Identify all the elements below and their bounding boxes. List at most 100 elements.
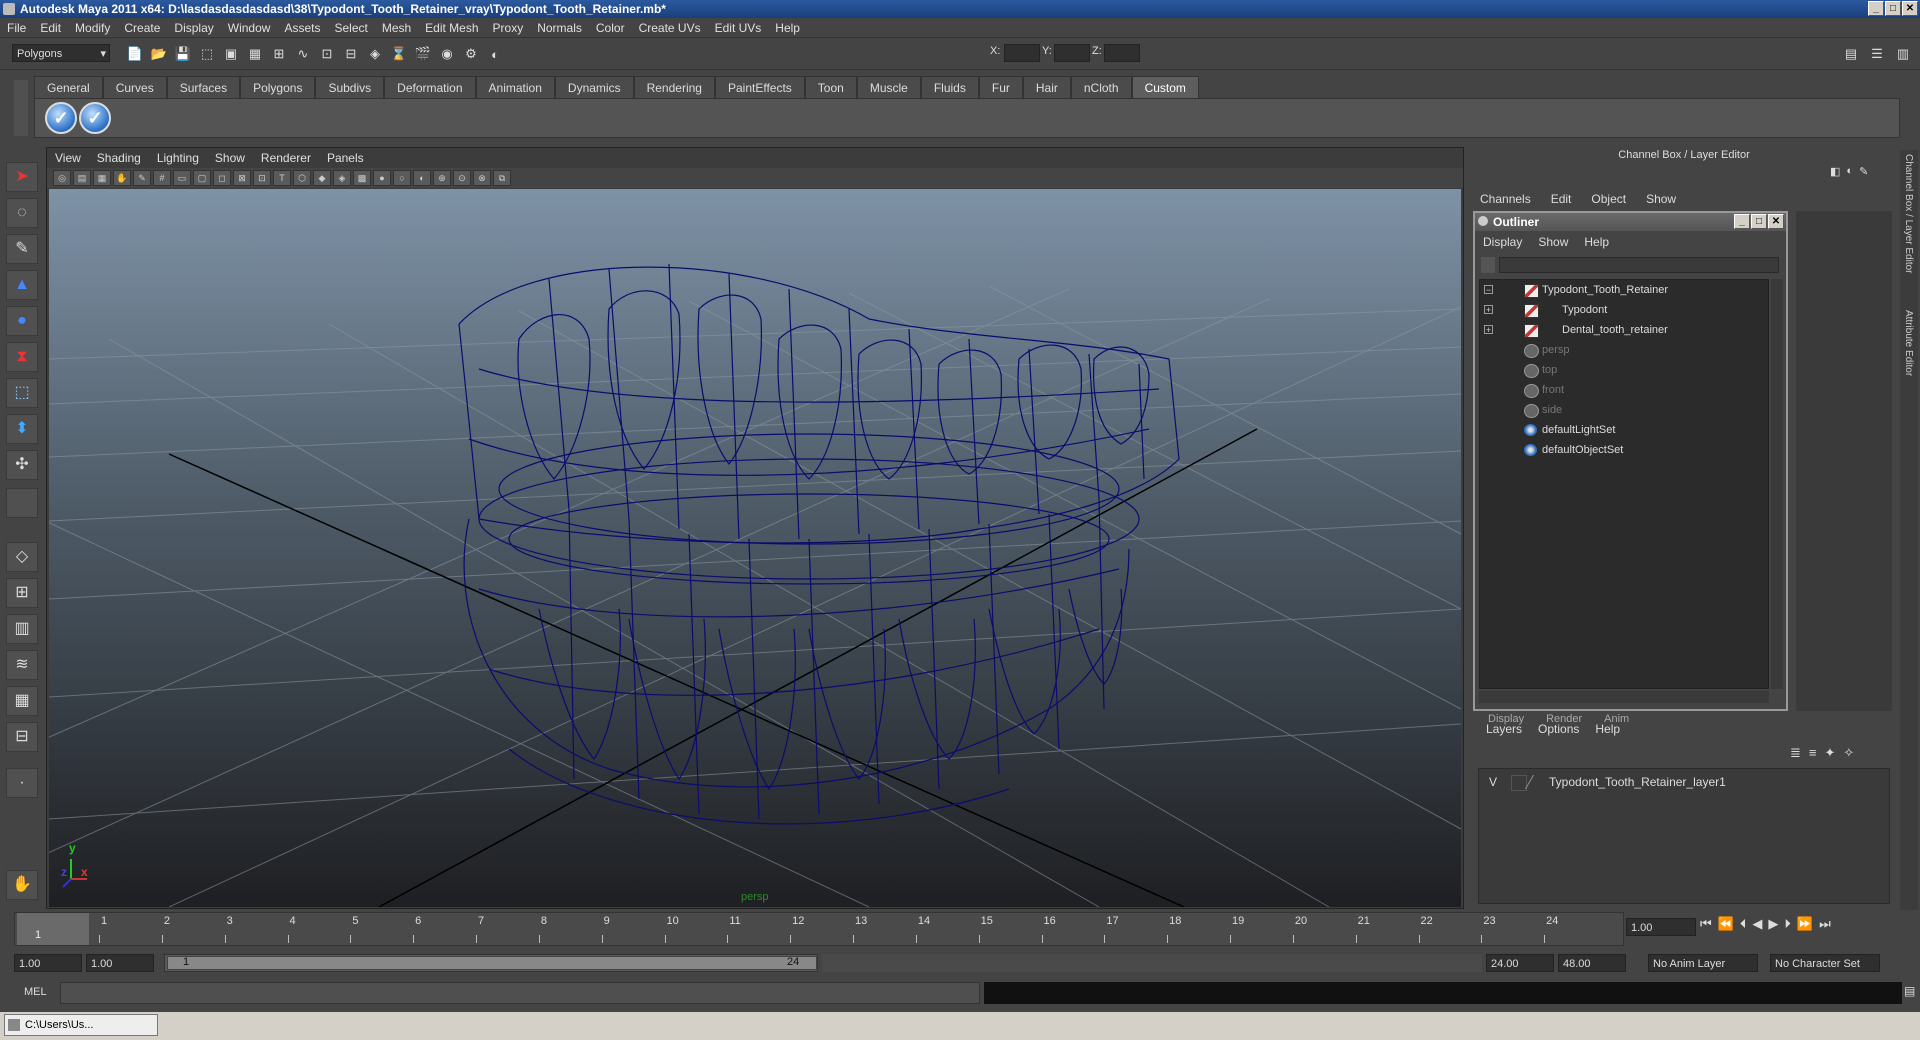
save-scene-icon[interactable]: 💾 [172, 43, 194, 65]
shelf-tab-general[interactable]: General [34, 76, 103, 99]
time-slider[interactable]: 1 1 2 3 4 5 6 7 8 9 10 11 12 13 14 15 16 17 18 19 20 21 22 23 2… [14, 912, 1624, 946]
side-tab-attribute-editor[interactable]: Attribute Editor [1903, 310, 1914, 376]
shelf-tab-ncloth[interactable]: nCloth [1070, 76, 1132, 99]
menu-set-dropdown[interactable]: Polygons ▾ [12, 44, 110, 62]
smooth-shade-icon[interactable]: ◆ [313, 170, 331, 186]
safe-action-icon[interactable]: ⊡ [253, 170, 271, 186]
outliner-close-button[interactable]: ✕ [1768, 214, 1784, 229]
channel-box-toggle-icon[interactable]: ▥ [1892, 43, 1914, 65]
rotate-tool-icon[interactable]: ● [6, 306, 38, 336]
shelf-tab-dynamics[interactable]: Dynamics [554, 76, 634, 99]
manipulator-tool-icon[interactable]: ⬚ [6, 378, 38, 408]
graph-persp-layout-icon[interactable]: ≋ [6, 650, 38, 680]
four-pane-layout-icon[interactable]: ⊞ [6, 578, 38, 608]
menu-edit-uvs[interactable]: Edit UVs [708, 21, 769, 35]
soft-mod-tool-icon[interactable]: ⬍ [6, 414, 38, 444]
move-layer-down-icon[interactable]: ✧ [1843, 745, 1854, 761]
taskbar-window-item[interactable]: C:\Users\Us... [4, 1014, 158, 1036]
menu-color[interactable]: Color [589, 21, 632, 35]
menu-create-uvs[interactable]: Create UVs [632, 21, 708, 35]
viewport-menu-renderer[interactable]: Renderer [253, 151, 319, 165]
outliner-filter-icon[interactable] [1481, 257, 1495, 273]
layer-menu-layers[interactable]: Layers [1478, 722, 1530, 736]
menu-file[interactable]: File [0, 21, 33, 35]
outliner-horizontal-scrollbar[interactable] [1479, 691, 1769, 703]
attribute-editor-toggle-icon[interactable]: ▤ [1840, 43, 1862, 65]
move-tool-icon[interactable]: ▲ [6, 270, 38, 300]
menu-window[interactable]: Window [221, 21, 278, 35]
viewport-menu-panels[interactable]: Panels [319, 151, 372, 165]
outliner-item[interactable]: defaultObjectSet [1480, 440, 1768, 460]
channel-box-menu-object[interactable]: Object [1581, 192, 1636, 206]
z-field[interactable] [1104, 44, 1140, 62]
select-hierarchy-icon[interactable]: ⬚ [196, 43, 218, 65]
field-chart-icon[interactable]: ⊠ [233, 170, 251, 186]
make-live-icon[interactable]: ◈ [364, 43, 386, 65]
select-component-icon[interactable]: ▦ [244, 43, 266, 65]
expand-toggle[interactable]: − [1484, 285, 1493, 295]
camera-bookmark-icon[interactable]: ▤ [73, 170, 91, 186]
grease-pencil-icon[interactable]: ✎ [133, 170, 151, 186]
maximize-button[interactable]: □ [1885, 1, 1901, 16]
open-scene-icon[interactable]: 📂 [148, 43, 170, 65]
menu-edit[interactable]: Edit [33, 21, 68, 35]
outliner-item[interactable]: front [1480, 380, 1768, 400]
outliner-item[interactable]: defaultLightSet [1480, 420, 1768, 440]
side-tab-channel-box[interactable]: Channel Box / Layer Editor [1903, 154, 1914, 274]
expand-toggle[interactable]: + [1484, 325, 1493, 335]
outliner-menu-display[interactable]: Display [1475, 235, 1530, 249]
xray-icon[interactable]: ⊙ [453, 170, 471, 186]
outliner-item[interactable]: top [1480, 360, 1768, 380]
anim-layer-dropdown[interactable]: No Anim Layer [1648, 954, 1758, 972]
single-pane-layout-icon[interactable]: ◇ [6, 542, 38, 572]
shelf-tab-rendering[interactable]: Rendering [633, 76, 715, 99]
hypershade-persp-layout-icon[interactable]: ▦ [6, 686, 38, 716]
outliner-item[interactable]: persp [1480, 340, 1768, 360]
current-time-field[interactable]: 1.00 [1626, 918, 1696, 936]
step-forward-frame-icon[interactable]: ⏵ [1784, 916, 1791, 932]
viewport-menu-lighting[interactable]: Lighting [149, 151, 207, 165]
shelf-tab-subdivs[interactable]: Subdivs [315, 76, 385, 99]
close-button[interactable]: ✕ [1902, 1, 1918, 16]
wireframe-on-shaded-icon[interactable]: ◈ [333, 170, 351, 186]
range-slider-track[interactable] [822, 954, 1482, 972]
snap-grid-icon[interactable]: ⊞ [268, 43, 290, 65]
y-field[interactable] [1054, 44, 1090, 62]
menu-select[interactable]: Select [327, 21, 374, 35]
shelf-tab-muscle[interactable]: Muscle [856, 76, 921, 99]
camera-attributes-icon[interactable]: ◎ [53, 170, 71, 186]
snap-point-icon[interactable]: ⊡ [316, 43, 338, 65]
hypershade-icon[interactable]: ◐ [484, 43, 506, 65]
tool-settings-toggle-icon[interactable]: ☰ [1866, 43, 1888, 65]
outliner-vertical-scrollbar[interactable] [1771, 279, 1783, 689]
layer-row[interactable]: V Typodont_Tooth_Retainer_layer1 [1483, 773, 1887, 791]
minimize-button[interactable]: _ [1868, 1, 1884, 16]
outliner-item[interactable]: − Typodont_Tooth_Retainer [1480, 280, 1768, 300]
layer-menu-options[interactable]: Options [1530, 722, 1587, 736]
command-language-label[interactable]: MEL [24, 986, 47, 998]
x-field[interactable] [1004, 44, 1040, 62]
menu-edit-mesh[interactable]: Edit Mesh [418, 21, 485, 35]
playback-end-field[interactable]: 24.00 [1486, 954, 1554, 972]
range-start-field[interactable]: 1.00 [14, 954, 82, 972]
xray-joints-icon[interactable]: ⊗ [473, 170, 491, 186]
select-tool-icon[interactable]: ➤ [6, 162, 38, 192]
playback-start-field[interactable]: 1.00 [86, 954, 154, 972]
current-frame-marker[interactable] [17, 913, 89, 945]
outliner-maximize-button[interactable]: □ [1751, 214, 1767, 229]
go-to-end-icon[interactable]: ⏭ [1819, 916, 1831, 932]
viewport-canvas[interactable]: y x z persp [49, 189, 1461, 907]
shelf-tab-toon[interactable]: Toon [804, 76, 857, 99]
new-layer-icon[interactable]: ≣ [1790, 745, 1801, 761]
menu-help[interactable]: Help [768, 21, 807, 35]
shadows-icon[interactable]: ◐ [413, 170, 431, 186]
viewport-menu-show[interactable]: Show [207, 151, 253, 165]
shelf-tab-fluids[interactable]: Fluids [920, 76, 979, 99]
shelf-tab-curves[interactable]: Curves [102, 76, 167, 99]
layer-from-selection-icon[interactable]: ≡ [1809, 745, 1817, 761]
channel-box-layout-icon[interactable]: ◧ [1830, 165, 1840, 178]
character-set-dropdown[interactable]: No Character Set [1770, 954, 1880, 972]
range-slider-handle[interactable] [167, 956, 817, 970]
outliner-menu-show[interactable]: Show [1530, 235, 1576, 249]
command-input[interactable] [60, 982, 980, 1004]
